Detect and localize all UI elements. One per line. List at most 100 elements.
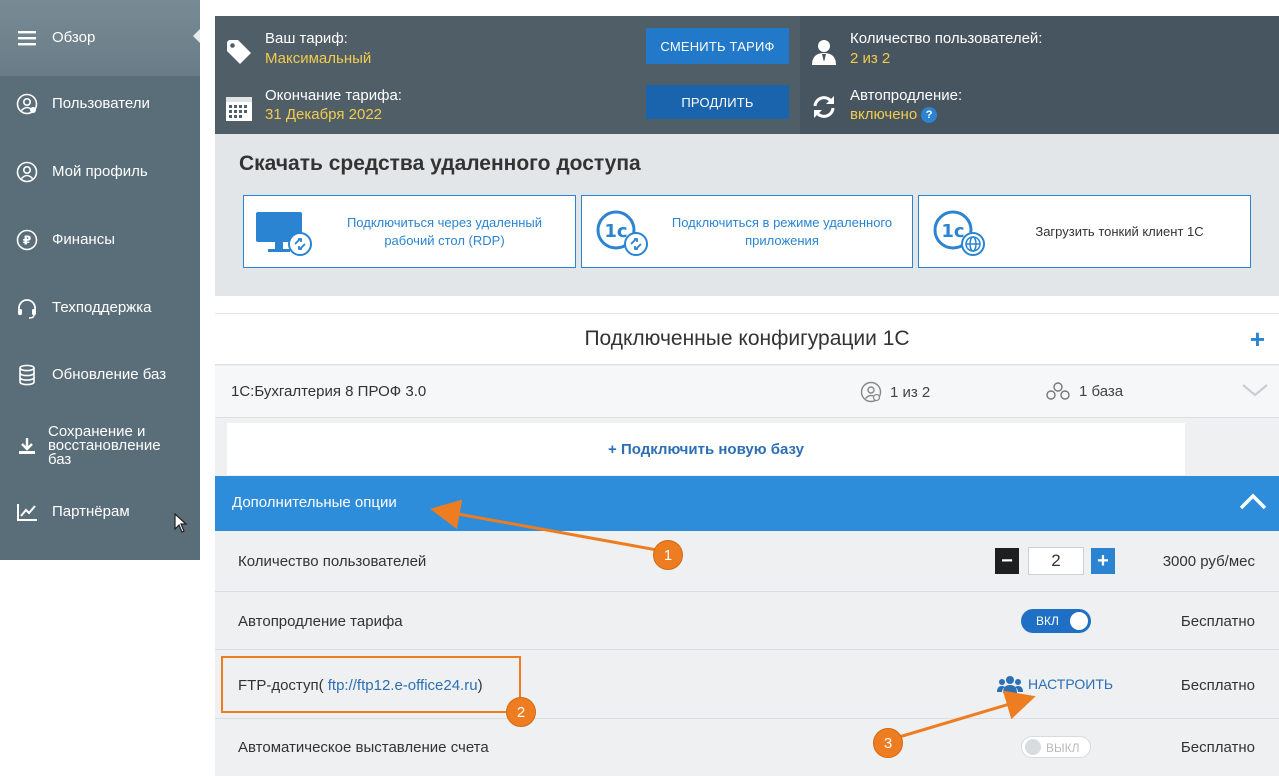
sidebar-item-label: Мой профиль: [52, 163, 148, 180]
sidebar-item-overview[interactable]: Обзор: [0, 0, 200, 76]
sidebar-item-partners[interactable]: Партнёрам: [0, 496, 200, 528]
svg-text:1c: 1c: [941, 221, 964, 242]
monitor-rdp-icon: [256, 212, 312, 256]
plan-label: Ваш тариф:: [265, 30, 348, 47]
help-icon[interactable]: ?: [921, 107, 938, 123]
autorenew-value: включено: [850, 106, 918, 123]
end-date-label: Окончание тарифа:: [265, 87, 402, 104]
option-name: Количество пользователей: [238, 553, 427, 570]
sidebar-item-support[interactable]: Техподдержка: [0, 292, 200, 324]
configuration-users-value: 1 из 2: [890, 383, 931, 401]
sidebar-item-label: Партнёрам: [52, 503, 130, 520]
ftp-label-prefix: FTP-доступ(: [238, 677, 324, 694]
user-circle-icon: [860, 381, 882, 403]
configurations-title: Подключенные конфигурации 1С: [584, 327, 910, 350]
remote-app-card[interactable]: 1c Подключиться в режиме удаленного прил…: [581, 195, 913, 268]
configurations-header: Подключенные конфигурации 1С +: [215, 313, 1279, 365]
option-name: FTP-доступ( ftp://ftp12.e-office24.ru): [238, 677, 483, 694]
ruble-icon: ₽: [16, 229, 38, 251]
toggle-label: ВЫКЛ: [1046, 741, 1080, 755]
ftp-setup-label: НАСТРОИТЬ: [1028, 676, 1114, 692]
sidebar-item-label: Техподдержка: [52, 299, 152, 316]
sidebar-item-label: Сохранение и восстановление баз: [48, 423, 161, 468]
quantity-stepper[interactable]: 2: [1028, 547, 1084, 575]
chevron-down-icon[interactable]: [1241, 376, 1269, 404]
toggle-knob: [1070, 612, 1088, 630]
thin-client-card[interactable]: 1c Загрузить тонкий клиент 1С: [918, 195, 1251, 268]
sidebar-item-label: Обновление баз: [52, 366, 167, 383]
sidebar-item-profile[interactable]: Мой профиль: [0, 156, 200, 188]
1c-web-client-icon: 1c: [933, 210, 985, 256]
end-date-value: 31 Декабря 2022: [265, 106, 383, 123]
user-circle-icon: [16, 93, 38, 115]
svg-text:₽: ₽: [23, 234, 31, 248]
additional-options-header[interactable]: Дополнительные опции: [215, 476, 1279, 531]
option-price: 3000 руб/мес: [1162, 553, 1255, 570]
change-plan-button[interactable]: СМЕНИТЬ ТАРИФ: [646, 28, 789, 64]
thin-client-card-label: Загрузить тонкий клиент 1С: [1035, 223, 1204, 239]
ftp-label-suffix: ): [477, 677, 483, 694]
user-icon: [812, 40, 836, 65]
option-price: Бесплатно: [1180, 613, 1255, 630]
rdp-card-label: Подключиться через удаленный рабочий сто…: [346, 214, 543, 248]
sidebar-item-label: Пользователи: [52, 95, 150, 112]
refresh-icon: [813, 96, 835, 118]
database-icon: [16, 364, 38, 386]
connect-new-base-button[interactable]: + Подключить новую базу: [227, 423, 1185, 475]
svg-text:1c: 1c: [604, 221, 627, 242]
tag-icon: [227, 40, 251, 64]
autorenew-label: Автопродление:: [850, 87, 963, 104]
tariff-panel: Ваш тариф: Максимальный СМЕНИТЬ ТАРИФ Ок…: [215, 16, 800, 134]
additional-options-title: Дополнительные опции: [232, 494, 397, 511]
configuration-bases: 1 база: [1045, 381, 1123, 401]
extend-button[interactable]: ПРОДЛИТЬ: [646, 85, 789, 119]
sidebar-item-users[interactable]: Пользователи: [0, 88, 200, 120]
quantity-increment-button[interactable]: +: [1091, 548, 1115, 574]
plan-value: Максимальный: [265, 50, 372, 67]
toggle-label: ВКЛ: [1036, 614, 1059, 628]
option-price: Бесплатно: [1180, 677, 1255, 694]
option-price: Бесплатно: [1180, 739, 1255, 756]
sidebar-item-finance[interactable]: ₽ Финансы: [0, 224, 200, 256]
quantity-decrement-button[interactable]: −: [995, 548, 1019, 574]
option-name: Автоматическое выставление счета: [238, 739, 489, 756]
option-row-ftp: FTP-доступ( ftp://ftp12.e-office24.ru) Н…: [215, 651, 1279, 719]
mouse-cursor-icon: [174, 513, 188, 533]
sidebar-footer: [0, 560, 200, 776]
auto-invoice-toggle[interactable]: ВЫКЛ: [1021, 736, 1091, 758]
chart-line-icon: [16, 501, 38, 523]
users-count-value: 2 из 2: [850, 50, 891, 67]
sidebar-item-backup[interactable]: Сохранение и восстановление баз: [0, 420, 200, 472]
configuration-row[interactable]: 1С:Бухгалтерия 8 ПРОФ 3.0 1 из 2 1 база: [215, 366, 1279, 418]
download-icon: [16, 435, 38, 457]
menu-icon: [16, 27, 38, 49]
sidebar: Обзор Пользователи Мой профиль ₽ Финансы…: [0, 0, 200, 560]
ftp-url-link[interactable]: ftp://ftp12.e-office24.ru: [328, 677, 478, 694]
configuration-name: 1С:Бухгалтерия 8 ПРОФ 3.0: [231, 383, 427, 400]
remote-access-title: Скачать средства удаленного доступа: [239, 152, 641, 175]
autorenew-toggle[interactable]: ВКЛ: [1021, 609, 1091, 633]
calendar-icon: [226, 97, 252, 121]
option-row-users: Количество пользователей − 2 + 3000 руб/…: [215, 531, 1279, 592]
chevron-up-icon[interactable]: [1237, 486, 1269, 518]
headset-icon: [16, 297, 38, 319]
ftp-setup-button[interactable]: НАСТРОИТЬ: [997, 675, 1113, 693]
account-stats-panel: Количество пользователей: 2 из 2 Автопро…: [800, 16, 1279, 134]
configurations-panel: Подключенные конфигурации 1С + 1С:Бухгал…: [215, 313, 1279, 776]
sidebar-item-label: Финансы: [52, 231, 115, 248]
configuration-bases-value: 1 база: [1079, 382, 1124, 400]
rdp-card[interactable]: Подключиться через удаленный рабочий сто…: [243, 195, 576, 268]
remote-access-panel: Скачать средства удаленного доступа Подк…: [215, 134, 1279, 296]
option-row-autorenew: Автопродление тарифа ВКЛ Бесплатно: [215, 593, 1279, 650]
user-circle-icon: [16, 161, 38, 183]
option-row-invoice: Автоматическое выставление счета ВЫКЛ Бе…: [215, 720, 1279, 776]
active-caret: [193, 29, 200, 43]
users-count-label: Количество пользователей:: [850, 30, 1043, 47]
option-name: Автопродление тарифа: [238, 613, 403, 630]
users-group-icon: [997, 676, 1023, 693]
main-content: Ваш тариф: Максимальный СМЕНИТЬ ТАРИФ Ок…: [200, 0, 1279, 776]
databases-icon: [1046, 382, 1070, 400]
add-configuration-button[interactable]: +: [1250, 324, 1265, 355]
remote-app-card-label: Подключиться в режиме удаленного приложе…: [671, 214, 893, 248]
sidebar-item-db-update[interactable]: Обновление баз: [0, 359, 200, 391]
